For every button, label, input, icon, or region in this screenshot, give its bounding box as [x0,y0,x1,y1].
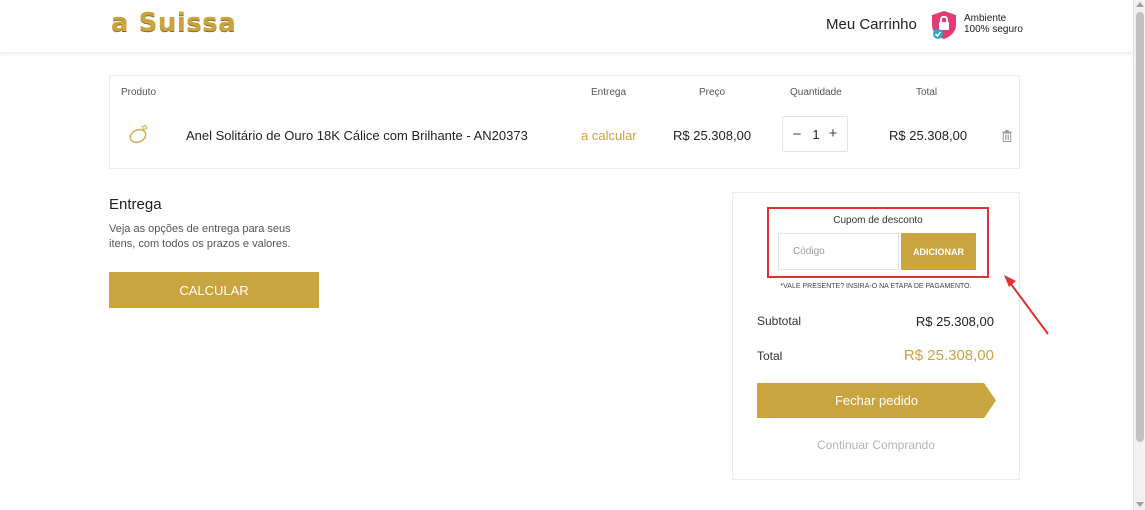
column-header-quantity: Quantidade [790,87,842,98]
quantity-stepper: − 1 + [782,116,848,152]
total-value: R$ 25.308,00 [903,347,994,364]
column-header-price: Preço [699,87,726,98]
checkout-button[interactable]: Fechar pedido [757,383,996,418]
secure-line-2: 100% seguro [964,24,1023,35]
scroll-thumb[interactable] [1136,12,1144,442]
calculate-delivery-button[interactable]: CALCULAR [109,272,319,308]
coupon-section: Cupom de desconto ADICIONAR [767,207,989,278]
site-header: a Suissa Meu Carrinho Ambiente 100% segu… [0,0,1133,52]
column-header-delivery: Entrega [591,87,627,98]
continue-shopping-link[interactable]: Continuar Comprando [733,438,1019,452]
coupon-title: Cupom de desconto [833,215,923,226]
shield-lock-icon [932,11,956,39]
secure-text: Ambiente 100% seguro [964,13,1023,35]
column-header-product: Produto [121,87,157,98]
line-total: R$ 25.308,00 [889,128,968,143]
subtotal-label: Subtotal [757,314,802,328]
ring-icon[interactable] [126,121,152,147]
annotation-arrow-icon [1004,275,1049,335]
total-label: Total [757,349,783,363]
scroll-down-icon[interactable] [1136,502,1144,507]
add-coupon-button[interactable]: ADICIONAR [901,233,976,270]
secure-badge: Ambiente 100% seguro [930,10,1030,40]
my-cart-link[interactable]: Meu Carrinho [826,16,917,33]
delivery-value: a calcular [581,128,637,143]
delivery-description: Veja as opções de entrega para seus iten… [109,223,291,250]
secure-line-1: Ambiente [964,13,1007,24]
gift-card-note: *VALE PRESENTE? INSIRA-O NA ETAPA DE PAG… [780,283,972,290]
subtotal-value: R$ 25.308,00 [915,314,994,329]
coupon-code-input[interactable] [778,233,899,270]
scroll-up-icon[interactable] [1136,2,1144,7]
delivery-title: Entrega [109,196,162,213]
quantity-value[interactable]: 1 [811,127,821,142]
cart-table: Produto Entrega Preço Quantidade Total A… [109,75,1020,169]
increase-quantity-button[interactable]: + [827,125,839,142]
page-scrollbar[interactable] [1133,0,1145,510]
product-name[interactable]: Anel Solitário de Ouro 18K Cálice com Br… [186,128,528,143]
order-summary: Cupom de desconto ADICIONAR *VALE PRESEN… [732,192,1020,480]
trash-icon[interactable] [1002,129,1012,142]
brand-logo[interactable]: a Suissa [111,8,236,38]
decrease-quantity-button[interactable]: − [791,126,803,143]
unit-price: R$ 25.308,00 [673,128,752,143]
column-header-total: Total [916,87,938,98]
